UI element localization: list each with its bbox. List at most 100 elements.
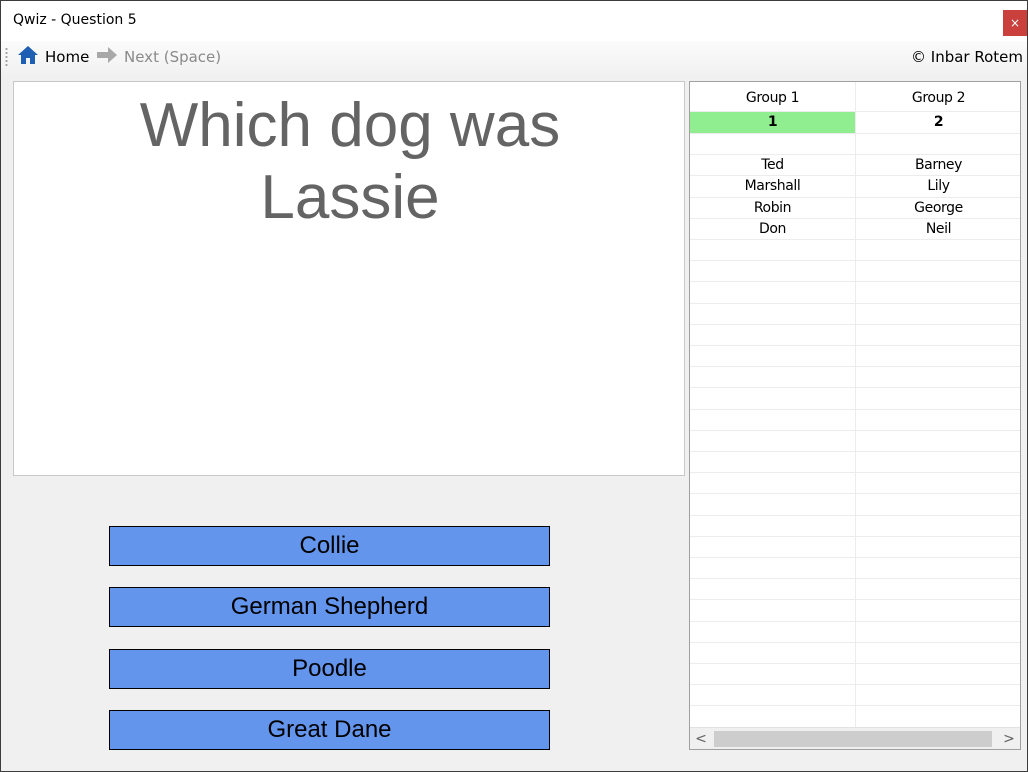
grid-cell[interactable] (690, 134, 856, 155)
home-label: Home (45, 48, 90, 66)
home-button[interactable]: Home (17, 45, 89, 69)
answer-button-1[interactable]: Collie (109, 526, 550, 566)
grid-cell[interactable] (690, 240, 856, 261)
answer-button-3[interactable]: Poodle (109, 649, 550, 689)
empty-row (690, 473, 1020, 495)
grid-cell[interactable] (856, 410, 1020, 431)
grid-cell[interactable] (856, 346, 1020, 367)
grid-cell[interactable] (690, 388, 856, 410)
grid-cell[interactable] (690, 409, 856, 431)
grid-cell[interactable] (856, 579, 1020, 600)
grid-cell[interactable]: Robin (690, 197, 856, 219)
grid-cell[interactable] (856, 622, 1020, 643)
chevron-left-icon[interactable]: < (690, 729, 712, 749)
empty-row (690, 515, 1020, 537)
member-row: Ted Barney (690, 155, 1020, 177)
empty-row (690, 261, 1020, 283)
grid-cell[interactable]: Neil (856, 219, 1020, 240)
grid-cell[interactable] (856, 325, 1020, 346)
grid-cell[interactable] (856, 282, 1020, 303)
empty-row (690, 346, 1020, 368)
empty-row (690, 685, 1020, 707)
grid-cell[interactable] (856, 494, 1020, 515)
empty-row (690, 240, 1020, 262)
grid-cell[interactable] (690, 430, 856, 452)
grid-cell[interactable] (690, 367, 856, 389)
horizontal-scrollbar[interactable]: < > (690, 727, 1020, 749)
empty-row (690, 642, 1020, 664)
grid-cell[interactable] (856, 473, 1020, 494)
grid-cell[interactable] (690, 600, 856, 622)
grid-cell[interactable]: Marshall (690, 176, 856, 198)
grid-cell[interactable] (690, 303, 856, 325)
grid-cell[interactable]: Barney (856, 155, 1020, 176)
empty-row (690, 536, 1020, 558)
grid-cell[interactable] (856, 388, 1020, 409)
scrollbar-thumb[interactable] (714, 731, 992, 747)
grid-cell[interactable] (690, 494, 856, 516)
grid-cell[interactable] (690, 706, 856, 728)
group-2-header[interactable]: Group 2 (856, 82, 1020, 112)
toolbar-grip-icon[interactable] (5, 47, 8, 67)
grid-cell[interactable] (856, 516, 1020, 537)
window-title: Qwiz - Question 5 (13, 12, 137, 28)
grid-cell[interactable] (856, 558, 1020, 579)
grid-cell[interactable] (690, 664, 856, 685)
question-text: Which dog was Lassie (139, 91, 561, 232)
grid-cell[interactable] (856, 134, 1020, 155)
empty-row (690, 367, 1020, 389)
arrow-right-icon (96, 45, 118, 69)
grid-cell[interactable] (856, 643, 1020, 664)
grid-cell[interactable] (856, 240, 1020, 261)
empty-row (690, 388, 1020, 410)
grid-cell[interactable] (690, 473, 856, 495)
answer-button-2[interactable]: German Shepherd (109, 587, 550, 627)
grid-cell[interactable] (690, 558, 856, 579)
grid-cell[interactable] (856, 685, 1020, 706)
grid-cell[interactable] (856, 261, 1020, 282)
empty-row (690, 430, 1020, 452)
grid-cell[interactable] (690, 346, 856, 367)
grid-cell[interactable] (690, 324, 856, 346)
empty-row (690, 706, 1020, 728)
group-1-header[interactable]: Group 1 (690, 82, 856, 112)
grid-header-row: Group 1 Group 2 (690, 82, 1020, 112)
grid-cell[interactable] (690, 536, 856, 558)
grid-cell[interactable] (856, 304, 1020, 325)
grid-cell[interactable] (690, 452, 856, 473)
answer-button-4[interactable]: Great Dane (109, 710, 550, 750)
grid-cell[interactable] (690, 685, 856, 707)
empty-row (690, 621, 1020, 643)
group-1-score: 1 (690, 112, 856, 133)
question-panel: Which dog was Lassie (13, 81, 685, 476)
empty-row (690, 600, 1020, 622)
grid-cell[interactable] (690, 642, 856, 664)
next-button[interactable]: Next (Space) (96, 45, 221, 69)
grid-cell[interactable] (690, 579, 856, 601)
grid-cell[interactable] (856, 537, 1020, 558)
grid-cell[interactable] (690, 282, 856, 304)
grid-cell[interactable] (856, 706, 1020, 727)
grid-cell[interactable] (856, 367, 1020, 388)
grid-cell[interactable]: Ted (690, 155, 856, 177)
empty-row (690, 409, 1020, 431)
grid-cell[interactable] (856, 452, 1020, 473)
empty-row (690, 324, 1020, 346)
empty-row (690, 303, 1020, 325)
grid-cell[interactable] (690, 515, 856, 537)
chevron-right-icon[interactable]: > (998, 729, 1020, 749)
next-label: Next (Space) (124, 48, 222, 66)
groups-grid[interactable]: Group 1 Group 2 1 2 Ted Barney Marshall Lil… (689, 81, 1021, 750)
grid-cell[interactable]: Lily (856, 176, 1020, 197)
grid-cell[interactable] (856, 600, 1020, 621)
copyright-label: © Inbar Rotem (911, 48, 1023, 66)
grid-cell[interactable] (690, 621, 856, 643)
grid-cell[interactable] (856, 664, 1020, 685)
score-row: 1 2 (690, 112, 1020, 134)
grid-cell[interactable] (690, 261, 856, 283)
grid-cell[interactable]: George (856, 198, 1020, 219)
grid-cell[interactable] (856, 431, 1020, 452)
close-button[interactable]: × (1003, 10, 1027, 36)
grid-cell[interactable]: Don (690, 218, 856, 240)
empty-row (690, 452, 1020, 474)
